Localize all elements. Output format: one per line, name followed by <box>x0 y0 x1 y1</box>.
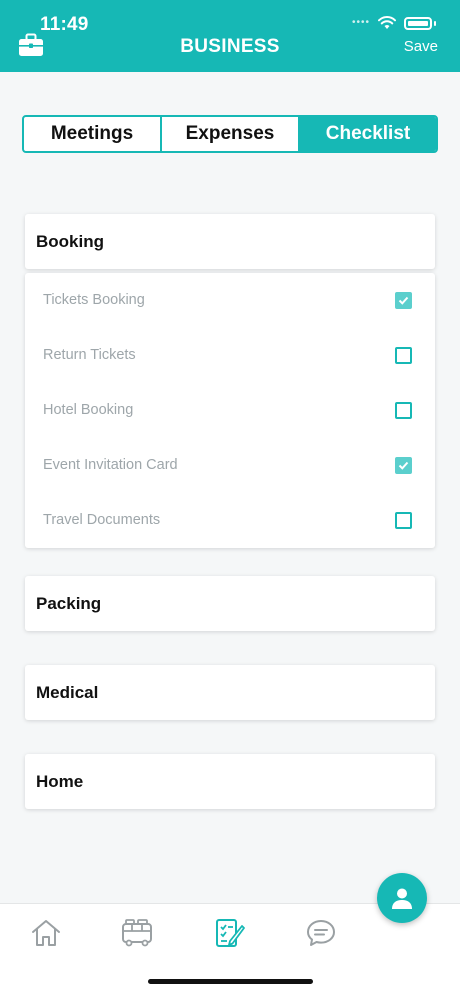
tab-checklist[interactable]: Checklist <box>300 117 436 151</box>
status-time: 11:49 <box>40 14 89 35</box>
section-title: Medical <box>36 682 99 702</box>
page-title: BUSINESS <box>180 36 280 57</box>
checkbox-unchecked[interactable] <box>395 401 412 419</box>
home-indicator <box>148 979 313 984</box>
tab-transport[interactable] <box>120 916 154 950</box>
booking-checklist: Tickets Booking Return Tickets Hotel Boo… <box>25 273 435 548</box>
checklist-icon <box>216 919 245 947</box>
checkmark-icon <box>398 296 409 305</box>
list-item[interactable]: Event Invitation Card <box>25 445 435 485</box>
battery-icon <box>404 16 432 30</box>
item-label: Travel Documents <box>43 512 161 528</box>
battery-cap <box>434 20 436 26</box>
item-label: Return Tickets <box>43 347 136 363</box>
tab-expenses[interactable]: Expenses <box>162 117 300 151</box>
list-item[interactable]: Return Tickets <box>25 335 435 375</box>
section-title: Packing <box>36 593 102 613</box>
section-medical[interactable]: Medical <box>25 665 435 720</box>
section-title: Home <box>36 771 84 791</box>
chat-icon <box>307 920 335 946</box>
section-booking[interactable]: Booking <box>25 214 435 269</box>
section-title: Booking <box>36 231 104 251</box>
tab-checklist-nav[interactable] <box>212 916 246 950</box>
section-home[interactable]: Home <box>25 754 435 809</box>
tab-messages[interactable] <box>304 916 338 950</box>
checkbox-checked[interactable] <box>395 456 412 474</box>
item-label: Hotel Booking <box>43 402 134 418</box>
checkmark-icon <box>398 461 409 470</box>
home-icon <box>32 920 60 946</box>
header-bar: 11:49 •••• BUSINESS Save <box>0 0 460 72</box>
segmented-tabs: Meetings Expenses Checklist <box>22 115 438 153</box>
checkbox-unchecked[interactable] <box>395 346 412 364</box>
status-icons: •••• <box>352 16 436 30</box>
tab-meetings[interactable]: Meetings <box>24 117 162 151</box>
checkbox-checked[interactable] <box>395 291 412 309</box>
tab-home[interactable] <box>29 916 63 950</box>
item-label: Tickets Booking <box>43 292 145 308</box>
item-label: Event Invitation Card <box>43 457 178 473</box>
list-item[interactable]: Tickets Booking <box>25 280 435 320</box>
checkbox-unchecked[interactable] <box>395 511 412 529</box>
section-packing[interactable]: Packing <box>25 576 435 631</box>
profile-fab[interactable] <box>377 873 427 923</box>
wifi-icon <box>378 16 396 29</box>
person-icon <box>392 888 412 909</box>
bus-icon <box>122 919 152 947</box>
save-button[interactable]: Save <box>404 38 438 55</box>
list-item[interactable]: Hotel Booking <box>25 390 435 430</box>
list-item[interactable]: Travel Documents <box>25 500 435 540</box>
signal-dots-icon: •••• <box>351 16 370 28</box>
